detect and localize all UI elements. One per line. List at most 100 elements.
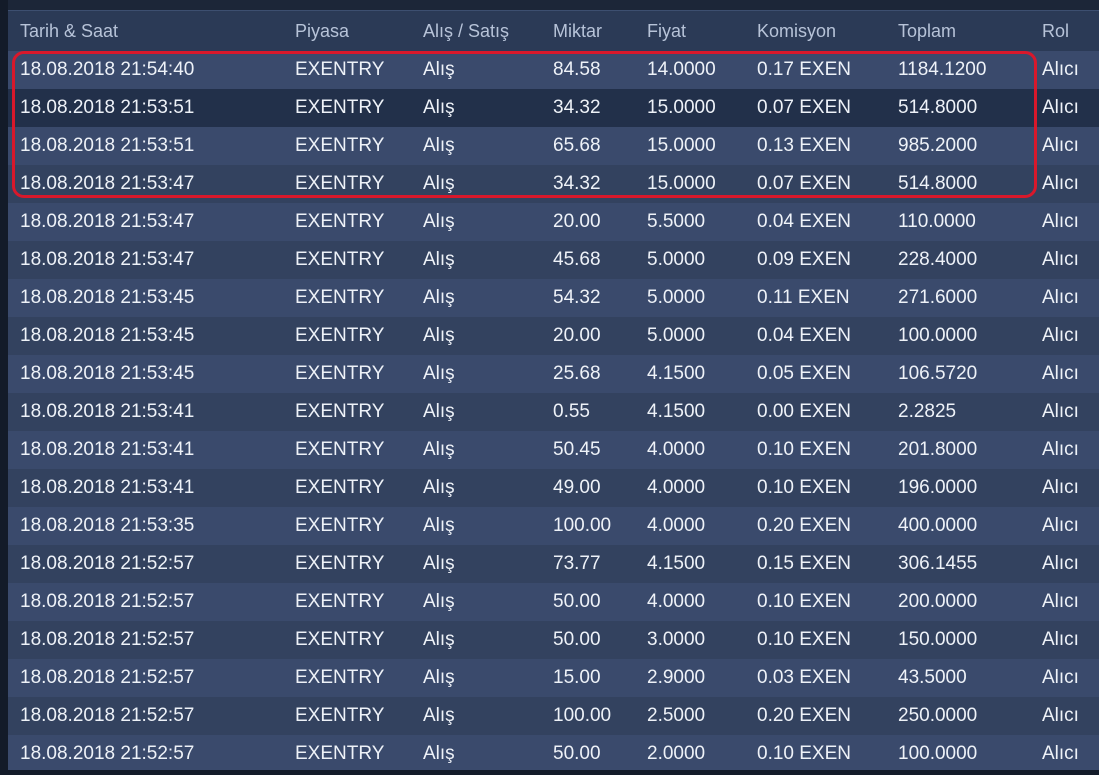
cell-date: 18.08.2018 21:54:40 bbox=[20, 59, 195, 80]
column-header-fee[interactable]: Komisyon bbox=[757, 21, 836, 42]
table-row[interactable]: 18.08.2018 21:53:41 EXENTRY Alış 0.55 4.1500… bbox=[8, 393, 1099, 431]
cell-market: EXENTRY bbox=[295, 173, 385, 194]
cell-total: 43.5000 bbox=[898, 667, 967, 688]
cell-role: Alıcı bbox=[1042, 629, 1079, 650]
cell-role: Alıcı bbox=[1042, 743, 1079, 764]
cell-date: 18.08.2018 21:53:45 bbox=[20, 325, 195, 346]
cell-total: 514.8000 bbox=[898, 97, 978, 118]
cell-total: 985.2000 bbox=[898, 135, 978, 156]
cell-market: EXENTRY bbox=[295, 477, 385, 498]
cell-side: Alış bbox=[423, 515, 455, 536]
table-row[interactable]: 18.08.2018 21:53:51 EXENTRY Alış 34.32 15.00… bbox=[8, 89, 1099, 127]
cell-total: 306.1455 bbox=[898, 553, 978, 574]
cell-total: 100.0000 bbox=[898, 743, 978, 764]
cell-side: Alış bbox=[423, 667, 455, 688]
column-header-side[interactable]: Alış / Satış bbox=[423, 21, 509, 42]
table-row[interactable]: 18.08.2018 21:54:40 EXENTRY Alış 84.58 14.00… bbox=[8, 51, 1099, 89]
cell-side: Alış bbox=[423, 173, 455, 194]
cell-date: 18.08.2018 21:53:41 bbox=[20, 401, 195, 422]
column-header-total[interactable]: Toplam bbox=[898, 21, 956, 42]
panel-edge bbox=[0, 0, 8, 775]
cell-fee: 0.20 EXEN bbox=[757, 705, 851, 726]
table-row[interactable]: 18.08.2018 21:52:57 EXENTRY Alış 50.00 4.000… bbox=[8, 583, 1099, 621]
cell-role: Alıcı bbox=[1042, 591, 1079, 612]
cell-amount: 34.32 bbox=[553, 173, 601, 194]
cell-price: 4.0000 bbox=[647, 477, 706, 498]
cell-amount: 50.00 bbox=[553, 743, 601, 764]
cell-date: 18.08.2018 21:53:47 bbox=[20, 211, 195, 232]
table-row[interactable]: 18.08.2018 21:52:57 EXENTRY Alış 50.00 2.000… bbox=[8, 735, 1099, 770]
cell-market: EXENTRY bbox=[295, 363, 385, 384]
cell-price: 4.1500 bbox=[647, 553, 706, 574]
table-row[interactable]: 18.08.2018 21:53:47 EXENTRY Alış 45.68 5.000… bbox=[8, 241, 1099, 279]
table-row[interactable]: 18.08.2018 21:52:57 EXENTRY Alış 50.00 3.000… bbox=[8, 621, 1099, 659]
cell-fee: 0.15 EXEN bbox=[757, 553, 851, 574]
cell-total: 228.4000 bbox=[898, 249, 978, 270]
column-header-amount[interactable]: Miktar bbox=[553, 21, 602, 42]
cell-date: 18.08.2018 21:53:51 bbox=[20, 135, 195, 156]
cell-amount: 45.68 bbox=[553, 249, 601, 270]
cell-fee: 0.03 EXEN bbox=[757, 667, 851, 688]
table-row[interactable]: 18.08.2018 21:53:45 EXENTRY Alış 54.32 5.000… bbox=[8, 279, 1099, 317]
column-header-date[interactable]: Tarih & Saat bbox=[20, 21, 118, 42]
cell-amount: 25.68 bbox=[553, 363, 601, 384]
cell-side: Alış bbox=[423, 363, 455, 384]
cell-role: Alıcı bbox=[1042, 401, 1079, 422]
cell-market: EXENTRY bbox=[295, 135, 385, 156]
cell-amount: 65.68 bbox=[553, 135, 601, 156]
table-row[interactable]: 18.08.2018 21:53:45 EXENTRY Alış 20.00 5.000… bbox=[8, 317, 1099, 355]
cell-side: Alış bbox=[423, 477, 455, 498]
cell-side: Alış bbox=[423, 591, 455, 612]
cell-date: 18.08.2018 21:53:45 bbox=[20, 363, 195, 384]
cell-role: Alıcı bbox=[1042, 97, 1079, 118]
cell-side: Alış bbox=[423, 249, 455, 270]
cell-fee: 0.13 EXEN bbox=[757, 135, 851, 156]
table-row[interactable]: 18.08.2018 21:53:41 EXENTRY Alış 49.00 4.000… bbox=[8, 469, 1099, 507]
cell-total: 400.0000 bbox=[898, 515, 978, 536]
table-row[interactable]: 18.08.2018 21:52:57 EXENTRY Alış 15.00 2.900… bbox=[8, 659, 1099, 697]
cell-fee: 0.04 EXEN bbox=[757, 325, 851, 346]
cell-side: Alış bbox=[423, 743, 455, 764]
cell-date: 18.08.2018 21:52:57 bbox=[20, 629, 195, 650]
cell-total: 196.0000 bbox=[898, 477, 978, 498]
cell-amount: 84.58 bbox=[553, 59, 601, 80]
table-row[interactable]: 18.08.2018 21:53:47 EXENTRY Alış 20.00 5.500… bbox=[8, 203, 1099, 241]
cell-price: 3.0000 bbox=[647, 629, 706, 650]
cell-amount: 20.00 bbox=[553, 211, 601, 232]
cell-market: EXENTRY bbox=[295, 439, 385, 460]
table-row[interactable]: 18.08.2018 21:52:57 EXENTRY Alış 73.77 4.150… bbox=[8, 545, 1099, 583]
cell-total: 514.8000 bbox=[898, 173, 978, 194]
cell-fee: 0.10 EXEN bbox=[757, 743, 851, 764]
cell-date: 18.08.2018 21:53:47 bbox=[20, 249, 195, 270]
cell-role: Alıcı bbox=[1042, 211, 1079, 232]
cell-amount: 73.77 bbox=[553, 553, 601, 574]
cell-total: 100.0000 bbox=[898, 325, 978, 346]
cell-price: 5.0000 bbox=[647, 249, 706, 270]
cell-fee: 0.11 EXEN bbox=[757, 287, 850, 308]
cell-total: 1184.1200 bbox=[898, 59, 987, 80]
column-header-role[interactable]: Rol bbox=[1042, 21, 1069, 42]
cell-amount: 50.00 bbox=[553, 629, 601, 650]
table-row[interactable]: 18.08.2018 21:53:35 EXENTRY Alış 100.00 4.00… bbox=[8, 507, 1099, 545]
table-row[interactable]: 18.08.2018 21:53:41 EXENTRY Alış 50.45 4.000… bbox=[8, 431, 1099, 469]
cell-fee: 0.07 EXEN bbox=[757, 97, 851, 118]
cell-role: Alıcı bbox=[1042, 439, 1079, 460]
table-row[interactable]: 18.08.2018 21:52:57 EXENTRY Alış 100.00 2.50… bbox=[8, 697, 1099, 735]
cell-amount: 100.00 bbox=[553, 515, 612, 536]
cell-date: 18.08.2018 21:53:41 bbox=[20, 439, 195, 460]
cell-role: Alıcı bbox=[1042, 325, 1079, 346]
cell-date: 18.08.2018 21:52:57 bbox=[20, 705, 195, 726]
cell-role: Alıcı bbox=[1042, 515, 1079, 536]
cell-side: Alış bbox=[423, 97, 455, 118]
column-header-price[interactable]: Fiyat bbox=[647, 21, 686, 42]
table-row[interactable]: 18.08.2018 21:53:45 EXENTRY Alış 25.68 4.150… bbox=[8, 355, 1099, 393]
cell-role: Alıcı bbox=[1042, 553, 1079, 574]
column-header-market[interactable]: Piyasa bbox=[295, 21, 349, 42]
cell-amount: 34.32 bbox=[553, 97, 601, 118]
table-row[interactable]: 18.08.2018 21:53:47 EXENTRY Alış 34.32 15.00… bbox=[8, 165, 1099, 203]
table-row[interactable]: 18.08.2018 21:53:51 EXENTRY Alış 65.68 15.00… bbox=[8, 127, 1099, 165]
cell-amount: 54.32 bbox=[553, 287, 601, 308]
cell-market: EXENTRY bbox=[295, 591, 385, 612]
cell-price: 5.0000 bbox=[647, 287, 706, 308]
cell-fee: 0.20 EXEN bbox=[757, 515, 851, 536]
